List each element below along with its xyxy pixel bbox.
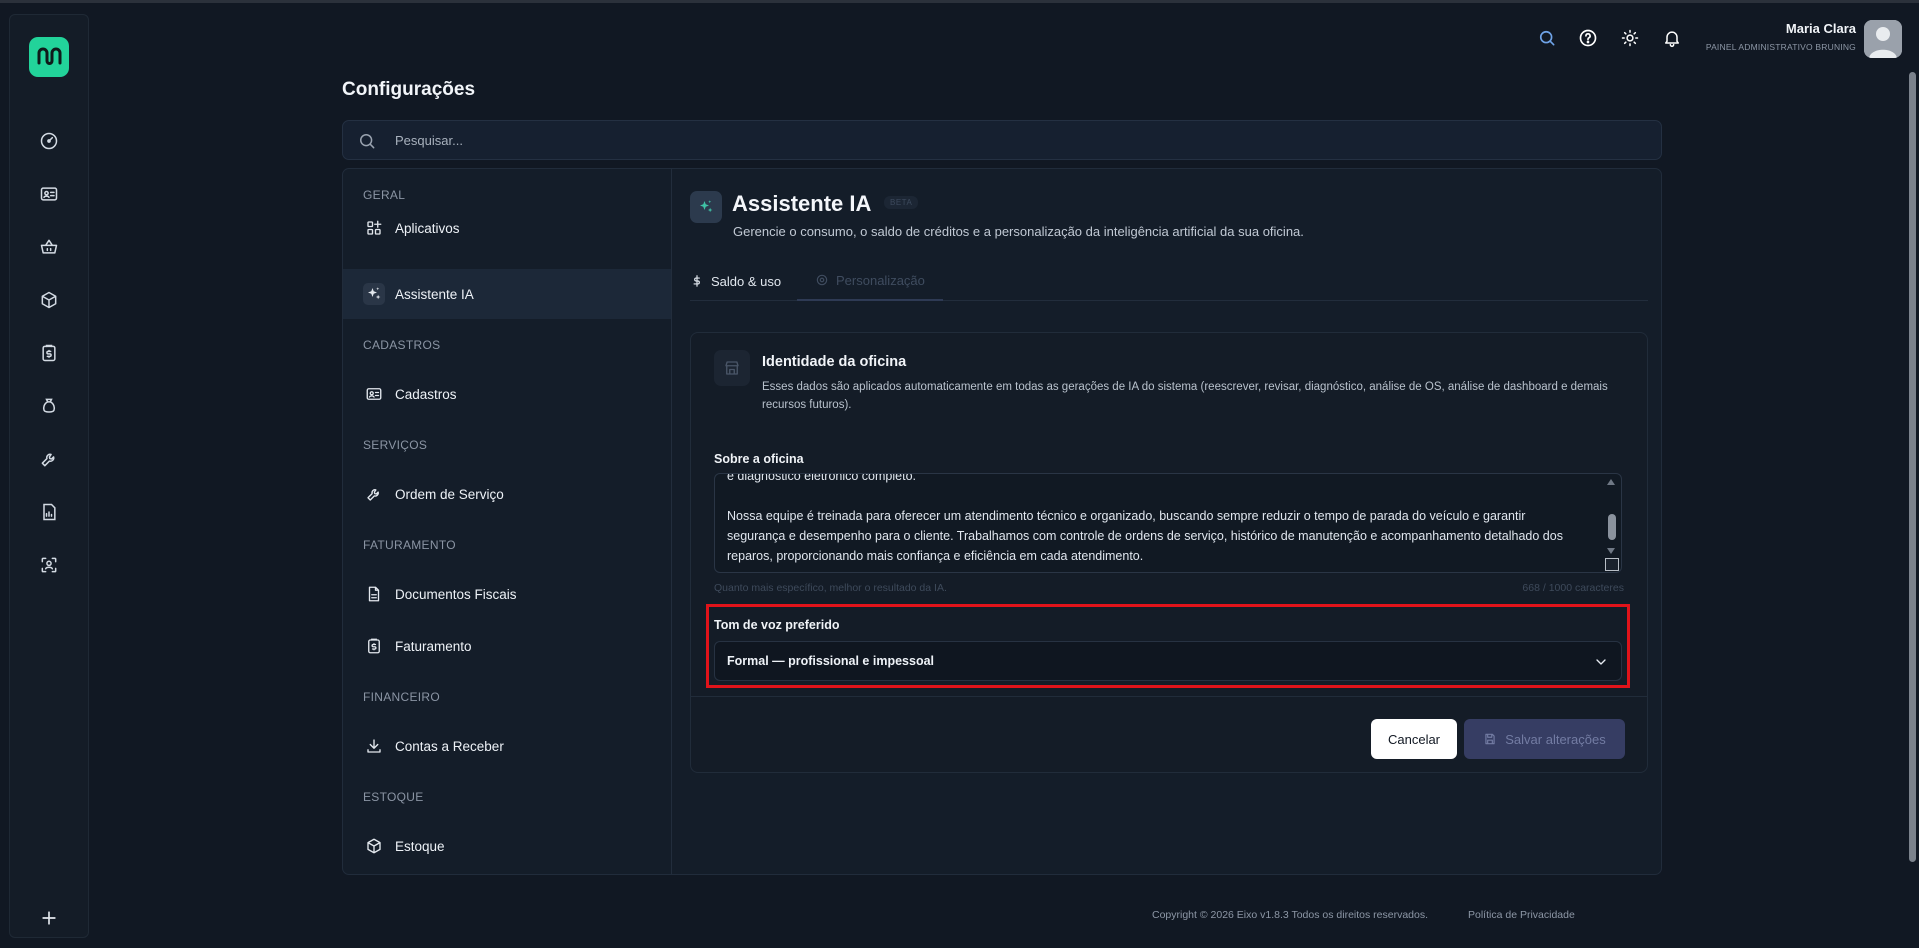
document-icon xyxy=(363,583,385,605)
resize-handle[interactable] xyxy=(1605,558,1619,571)
nav-section-faturamento: FATURAMENTO xyxy=(363,538,456,552)
nav-item-assistente-ia[interactable]: Assistente IA xyxy=(343,269,671,319)
nav-item-cadastros[interactable]: Cadastros xyxy=(343,369,671,419)
bell-icon[interactable] xyxy=(1660,26,1684,50)
page-title: Configurações xyxy=(342,79,476,100)
privacy-link[interactable]: Política de Privacidade xyxy=(1468,909,1575,921)
footer-copyright: Copyright © 2026 Eixo v1.8.3 Todos os di… xyxy=(1152,909,1429,921)
textarea-scrollbar-thumb[interactable] xyxy=(1608,514,1616,540)
nav-section-estoque: ESTOQUE xyxy=(363,790,424,804)
tab-label: Saldo & uso xyxy=(711,273,782,289)
sparkles-icon xyxy=(690,191,722,223)
save-label: Salvar alterações xyxy=(1505,731,1606,747)
wrench-icon xyxy=(363,483,385,505)
settings-panel: GERAL Aplicativos Assistente IA CADASTRO… xyxy=(342,168,1662,875)
about-text[interactable]: e diagnóstico eletrônico completo. Nossa… xyxy=(727,474,1587,566)
tab-personalizacao[interactable]: Personalização xyxy=(797,261,943,301)
nav-item-documentos-fiscais[interactable]: Documentos Fiscais xyxy=(343,569,671,619)
assistant-subtitle: Gerencie o consumo, o saldo de créditos … xyxy=(733,224,1304,239)
settings-nav: GERAL Aplicativos Assistente IA CADASTRO… xyxy=(343,169,672,874)
avatar[interactable] xyxy=(1864,20,1902,58)
nav-item-estoque[interactable]: Estoque xyxy=(343,821,671,871)
basket-icon[interactable] xyxy=(34,232,64,262)
nav-section-geral: GERAL xyxy=(363,188,406,202)
cube-icon[interactable] xyxy=(34,285,64,315)
save-button[interactable]: Salvar alterações xyxy=(1464,719,1625,759)
user-name[interactable]: Maria Clara xyxy=(1786,21,1856,36)
sparkles-icon xyxy=(363,283,385,305)
beta-badge: BETA xyxy=(884,196,919,209)
tone-selected-value: Formal — profissional e impessoal xyxy=(727,654,935,668)
user-placeholder-icon xyxy=(1864,20,1902,58)
user-role: PAINEL ADMINISTRATIVO BRUNING xyxy=(1705,42,1856,52)
nav-item-ordem-de-servico[interactable]: Ordem de Serviço xyxy=(343,469,671,519)
nav-section-financeiro: FINANCEIRO xyxy=(363,690,441,704)
nav-item-label: Documentos Fiscais xyxy=(395,586,517,602)
search-icon xyxy=(360,134,375,149)
assistant-content: Assistente IA BETA Gerencie o consumo, o… xyxy=(673,169,1661,874)
tab-saldo-uso[interactable]: Saldo & uso xyxy=(690,261,799,301)
id-card-icon xyxy=(363,383,385,405)
identity-card: Identidade da oficina Esses dados são ap… xyxy=(690,332,1648,773)
store-icon xyxy=(714,350,750,386)
about-textarea[interactable]: e diagnóstico eletrônico completo. Nossa… xyxy=(714,473,1622,573)
char-counter: 668 / 1000 caracteres xyxy=(1522,582,1624,594)
nav-item-label: Faturamento xyxy=(395,638,472,654)
nav-item-label: Contas a Receber xyxy=(395,738,504,754)
scroll-down-arrow[interactable] xyxy=(1607,548,1615,554)
download-icon xyxy=(363,735,385,757)
page-scrollbar[interactable] xyxy=(1909,72,1916,862)
chevron-down-icon xyxy=(1596,659,1606,665)
window-top-border xyxy=(0,0,1919,3)
wrench-icon[interactable] xyxy=(34,444,64,474)
tab-label: Personalização xyxy=(836,272,925,288)
search-icon[interactable] xyxy=(1535,26,1559,50)
nav-item-label: Ordem de Serviço xyxy=(395,486,504,502)
logo-wave-icon xyxy=(37,47,62,65)
cube-icon xyxy=(363,835,385,857)
settings-search[interactable] xyxy=(342,120,1662,160)
nav-item-faturamento[interactable]: Faturamento xyxy=(343,621,671,671)
sidebar-rail xyxy=(9,14,89,938)
clipboard-dollar-icon[interactable] xyxy=(34,338,64,368)
save-icon xyxy=(1485,733,1495,745)
app-logo[interactable] xyxy=(29,37,69,77)
identity-description: Esses dados são aplicados automaticament… xyxy=(762,381,1608,411)
nav-item-aplicativos[interactable]: Aplicativos xyxy=(343,203,671,253)
clipboard-dollar-icon xyxy=(363,635,385,657)
nav-item-label: Assistente IA xyxy=(395,286,474,302)
search-input[interactable] xyxy=(395,121,1595,159)
nav-item-label: Aplicativos xyxy=(395,220,460,236)
dashboard-icon[interactable] xyxy=(34,126,64,156)
identity-title: Identidade da oficina xyxy=(762,354,907,370)
scan-user-icon[interactable] xyxy=(34,550,64,580)
cancel-button[interactable]: Cancelar xyxy=(1371,719,1457,759)
dollar-icon xyxy=(693,275,700,287)
money-bag-icon[interactable] xyxy=(34,391,64,421)
nav-section-servicos: SERVIÇOS xyxy=(363,438,428,452)
about-hint: Quanto mais específico, melhor o resulta… xyxy=(714,582,947,594)
nav-section-cadastros: CADASTROS xyxy=(363,338,441,352)
nav-item-label: Cadastros xyxy=(395,386,457,402)
help-icon[interactable] xyxy=(1576,26,1600,50)
report-icon[interactable] xyxy=(34,497,64,527)
scroll-up-arrow[interactable] xyxy=(1607,479,1615,485)
sun-icon[interactable] xyxy=(1618,26,1642,50)
about-label: Sobre a oficina xyxy=(714,452,804,466)
gear-icon xyxy=(816,274,828,286)
nav-item-contas-a-receber[interactable]: Contas a Receber xyxy=(343,721,671,771)
apps-icon xyxy=(363,217,385,239)
assistant-tabs: Saldo & uso Personalização xyxy=(690,261,1648,301)
tone-select[interactable]: Formal — profissional e impessoal xyxy=(714,641,1622,681)
nav-item-label: Estoque xyxy=(395,838,445,854)
plus-icon[interactable] xyxy=(34,903,64,933)
tone-label: Tom de voz preferido xyxy=(714,618,840,632)
assistant-title: Assistente IA xyxy=(732,191,872,216)
divider xyxy=(691,696,1647,697)
id-card-icon[interactable] xyxy=(34,179,64,209)
